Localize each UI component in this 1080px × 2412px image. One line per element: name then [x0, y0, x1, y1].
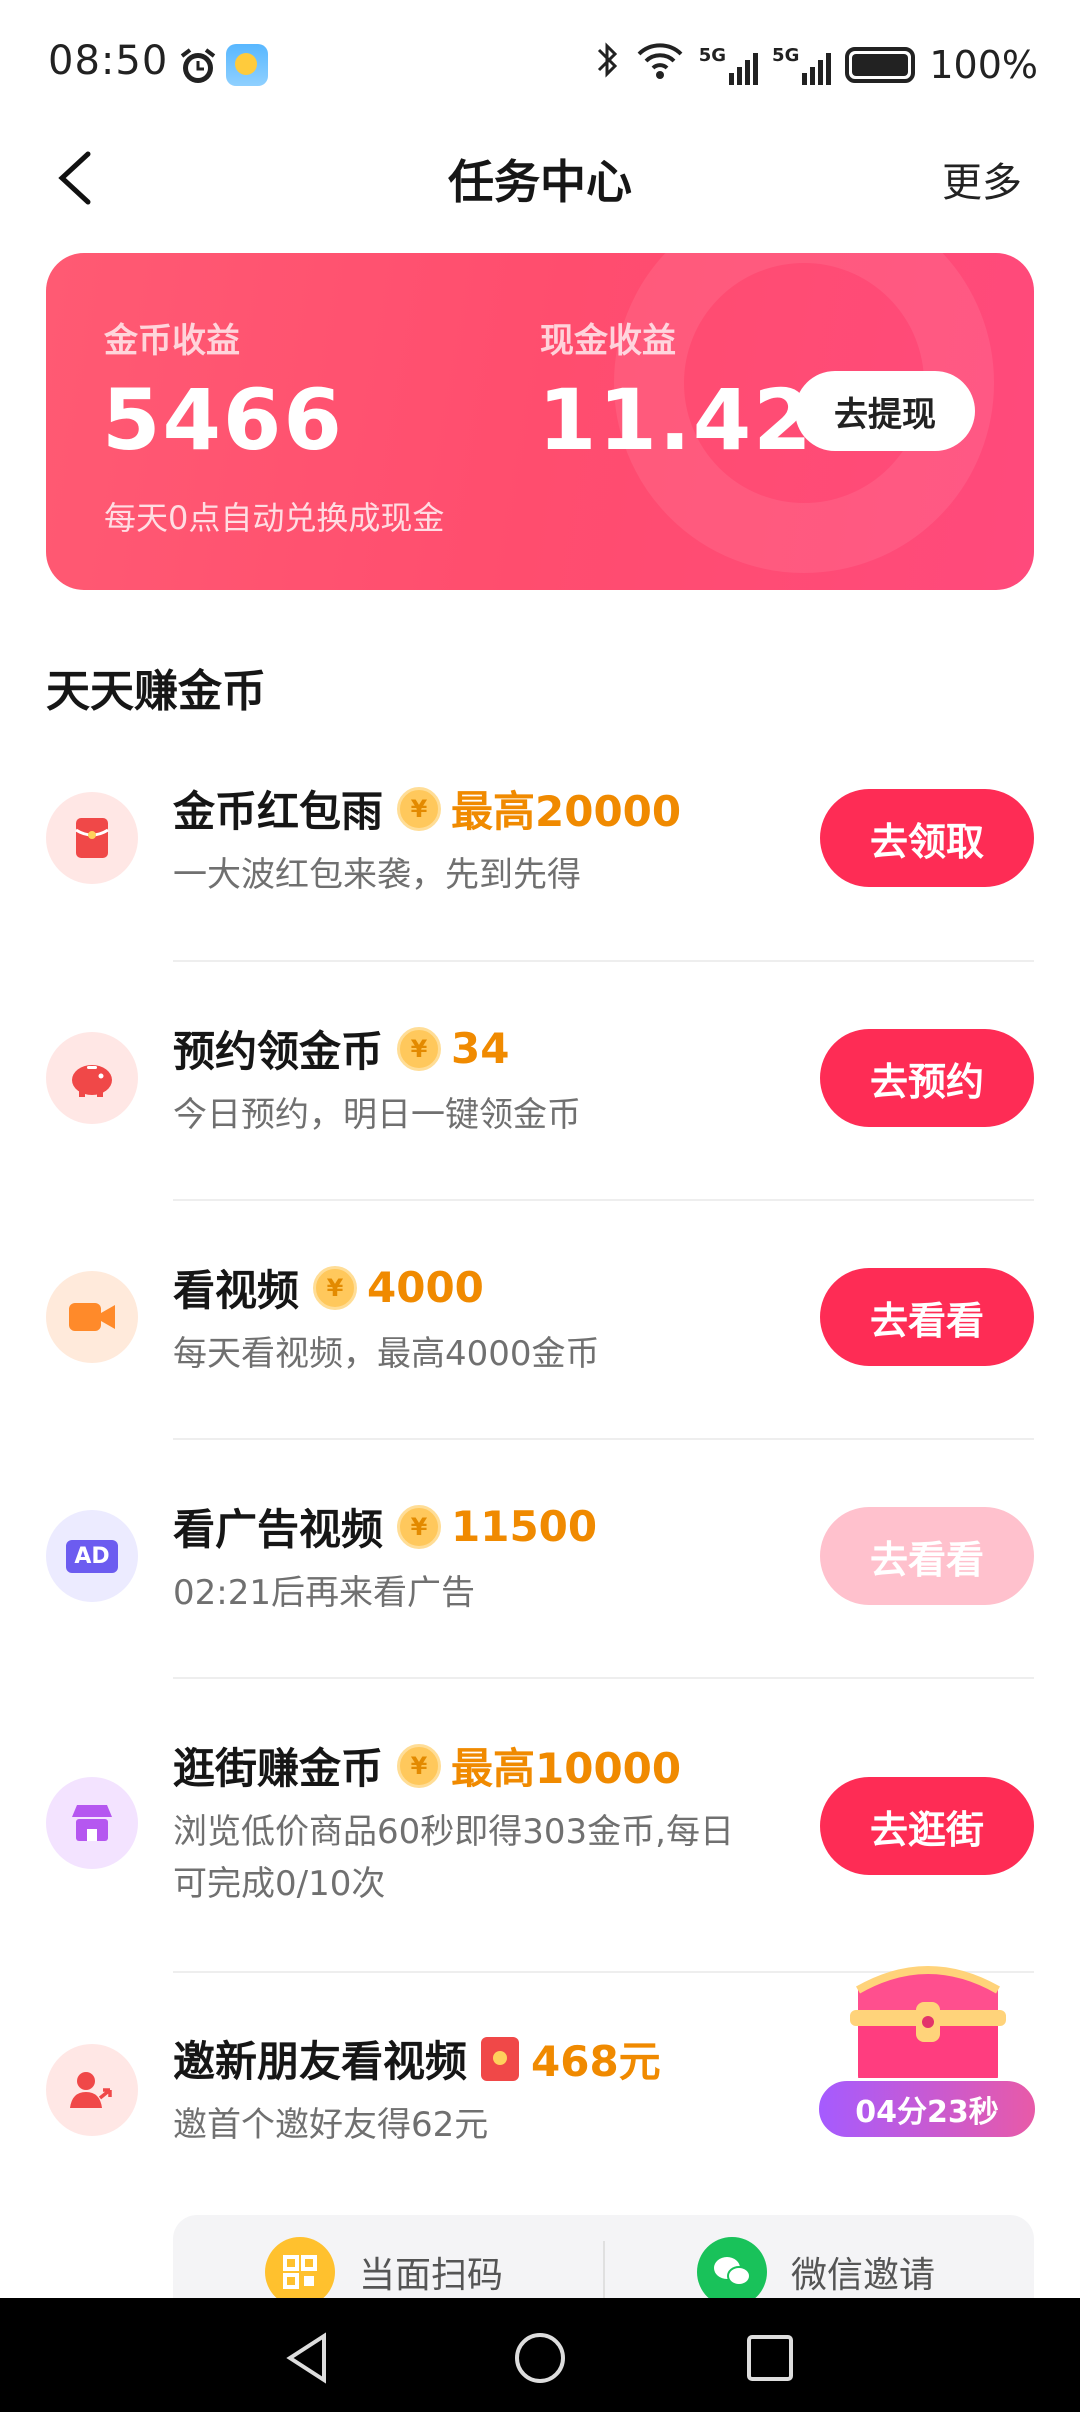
task-subtitle-line1: 浏览低价商品60秒即得303金币,每日	[173, 1812, 734, 1852]
watch-ad-button[interactable]: 去看看	[820, 1507, 1034, 1605]
task-title: 看视频	[173, 1266, 300, 1315]
shop-icon	[46, 1777, 138, 1869]
task-subtitle: 今日预约，明日一键领金币	[173, 1095, 581, 1135]
cash-earnings-value: 11.42	[538, 371, 814, 469]
piggy-bank-icon	[46, 1032, 138, 1124]
invite-friends-icon	[46, 2044, 138, 2136]
divider	[173, 1677, 1034, 1679]
red-envelope-small-icon	[481, 2036, 520, 2081]
divider	[173, 1438, 1034, 1440]
scan-code-label: 当面扫码	[359, 2255, 504, 2296]
bluetooth-icon	[595, 40, 621, 89]
ad-icon-label: AD	[66, 1539, 118, 1573]
battery-icon	[845, 46, 916, 83]
video-camera-icon	[46, 1271, 138, 1363]
system-navigation-bar	[0, 2298, 1080, 2412]
task-title-row: 看视频 ¥ 4000	[173, 1257, 484, 1318]
task-title-row: 看广告视频 ¥ 11500	[173, 1496, 597, 1557]
wifi-icon	[635, 40, 685, 89]
task-title: 预约领金币	[173, 1027, 384, 1076]
task-title-row: 邀新朋友看视频 468元	[173, 2028, 661, 2089]
task-reward: 4000	[367, 1263, 484, 1312]
task-subtitle: 一大波红包来袭，先到先得	[173, 855, 581, 895]
treasure-timer: 04分23秒	[816, 2078, 1038, 2140]
divider	[173, 960, 1034, 962]
task-reward: 最高10000	[451, 1744, 682, 1793]
coin-earnings-label: 金币收益	[104, 321, 240, 361]
task-title: 看广告视频	[173, 1505, 384, 1554]
nav-recents-icon[interactable]	[742, 2330, 798, 2386]
coin-icon: ¥	[397, 1504, 442, 1549]
task-reward: 468元	[531, 2037, 661, 2086]
coin-icon: ¥	[313, 1265, 358, 1310]
coin-icon: ¥	[397, 1026, 442, 1071]
wechat-invite-label: 微信邀请	[791, 2255, 936, 2296]
nav-back-icon[interactable]	[280, 2330, 336, 2386]
status-time: 08:50	[48, 38, 169, 84]
battery-percent: 100%	[929, 42, 1038, 87]
red-envelope-icon	[46, 792, 138, 884]
earnings-card: 金币收益 5466 现金收益 11.42 去提现 每天0点自动兑换成现金	[46, 253, 1034, 590]
task-reward: 最高20000	[451, 787, 682, 836]
qr-code-icon	[265, 2237, 335, 2307]
task-reward: 34	[451, 1024, 510, 1073]
divider	[173, 1199, 1034, 1201]
exchange-note: 每天0点自动兑换成现金	[104, 499, 445, 537]
coin-icon: ¥	[397, 786, 442, 831]
task-title-row: 金币红包雨 ¥ 最高20000	[173, 778, 681, 839]
alarm-icon	[176, 44, 220, 88]
task-row: 逛街赚金币 ¥ 最高10000 浏览低价商品60秒即得303金币,每日 可完成0…	[0, 1717, 1080, 1967]
withdraw-button[interactable]: 去提现	[795, 371, 975, 451]
wechat-icon	[697, 2237, 767, 2307]
task-reward: 11500	[451, 1502, 598, 1551]
task-row: 看视频 ¥ 4000 每天看视频，最高4000金币 去看看	[0, 1239, 1080, 1439]
task-title: 逛街赚金币	[173, 1744, 384, 1793]
task-subtitle: 02:21后再来看广告	[173, 1573, 475, 1613]
signal-icon-2: 5G	[772, 45, 832, 85]
nav-home-icon[interactable]	[512, 2330, 568, 2386]
treasure-chest-icon	[850, 1966, 1006, 2086]
coin-icon: ¥	[397, 1743, 442, 1788]
shopping-button[interactable]: 去逛街	[820, 1777, 1034, 1875]
task-row: 预约领金币 ¥ 34 今日预约，明日一键领金币 去预约	[0, 1000, 1080, 1200]
reserve-button[interactable]: 去预约	[820, 1029, 1034, 1127]
task-row: 金币红包雨 ¥ 最高20000 一大波红包来袭，先到先得 去领取	[0, 760, 1080, 960]
weather-app-icon	[226, 44, 268, 86]
task-title: 金币红包雨	[173, 787, 384, 836]
task-title: 邀新朋友看视频	[173, 2037, 468, 2086]
task-row: AD 看广告视频 ¥ 11500 02:21后再来看广告 去看看	[0, 1478, 1080, 1678]
treasure-chest-widget[interactable]: 04分23秒	[816, 1950, 1038, 2146]
task-subtitle: 每天看视频，最高4000金币	[173, 1334, 600, 1374]
cash-earnings-label: 现金收益	[540, 321, 676, 361]
task-subtitle: 邀首个邀好友得62元	[173, 2105, 489, 2145]
wechat-invite-button[interactable]: 微信邀请	[697, 2237, 935, 2307]
watch-video-button[interactable]: 去看看	[820, 1268, 1034, 1366]
ad-icon: AD	[46, 1510, 138, 1602]
status-bar: 08:50 5G 5G 100%	[0, 0, 1080, 130]
scan-code-button[interactable]: 当面扫码	[265, 2237, 503, 2307]
task-title-row: 逛街赚金币 ¥ 最高10000	[173, 1735, 681, 1796]
task-subtitle-line2: 可完成0/10次	[173, 1864, 386, 1904]
status-icons: 5G 5G 100%	[595, 40, 1038, 89]
section-title: 天天赚金币	[46, 666, 266, 717]
page-title: 任务中心	[448, 155, 632, 209]
task-title-row: 预约领金币 ¥ 34	[173, 1018, 509, 1079]
claim-button[interactable]: 去领取	[820, 789, 1034, 887]
more-button[interactable]: 更多	[942, 150, 1022, 208]
coin-earnings-value: 5466	[102, 371, 344, 469]
signal-icon-1: 5G	[699, 45, 759, 85]
